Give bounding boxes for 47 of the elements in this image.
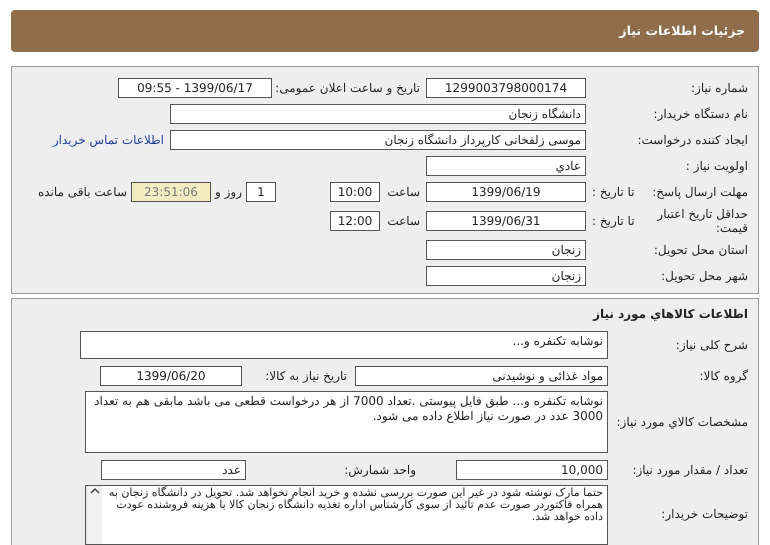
time-field: 12:00 <box>330 211 380 231</box>
priority-field: عادي <box>426 156 586 176</box>
buyer-field: دانشگاه زنجان <box>170 104 586 124</box>
field-label: نام دستگاه خریدار: <box>652 106 749 123</box>
field-label: توضیحات خریدار: <box>660 506 749 523</box>
field-label: تا تاریخ : <box>592 213 635 230</box>
field-label: شهر محل تحویل: <box>660 268 749 285</box>
summary-field: نوشابه تکنفره و... <box>80 331 608 359</box>
field-label: حداقل تاریخ اعتبار قیمت: <box>656 207 748 235</box>
unit-field: عدد <box>101 460 246 480</box>
scroll-up-icon[interactable] <box>90 486 100 496</box>
field-label: شرح کلی نیاز: <box>674 337 749 354</box>
requester-field: موسی زلفخانی کارپرداز دانشگاه زنجان <box>170 130 586 150</box>
header-title: جزئیات اطلاعات نیاز <box>619 22 745 40</box>
field-label: تاریخ و ساعت اعلان عمومی: <box>274 80 420 97</box>
field-label: تاریخ نیاز به کالا: <box>264 368 347 385</box>
scrollbar[interactable] <box>86 486 102 544</box>
field-label: گروه کالا: <box>698 368 749 385</box>
section-title: اطلاعات کالاهاي مورد نیاز <box>592 306 749 323</box>
field-label: ساعت <box>386 184 420 201</box>
need-date-field: 1399/06/20 <box>100 366 242 386</box>
need-number-field: 1299003798000174 <box>426 78 586 98</box>
field-label: اولویت نیاز : <box>684 158 749 175</box>
city-field: زنجان <box>426 266 586 286</box>
days-field: 1 <box>246 182 276 202</box>
remaining-time-field: 23:51:06 <box>131 182 211 202</box>
date-field: 1399/06/31 <box>426 211 586 231</box>
province-field: زنجان <box>426 240 586 260</box>
goods-group-field: مواد غذائی و نوشیدنی <box>355 366 608 386</box>
time-field: 10:00 <box>330 182 380 202</box>
quantity-field: 10,000 <box>456 460 608 480</box>
specs-field: نوشابه تکنفره و... طبق فایل پیوستی .تعداد 7000 از هر درخواست قطعی می باشد مابقی هم به تعداد 3000 عدد در صورت نیاز اطلاع داده می شود. <box>85 391 608 453</box>
field-label: تا تاریخ : <box>592 184 635 201</box>
field-label: ایجاد کننده درخواست: <box>636 132 749 149</box>
field-label: استان محل تحویل: <box>652 242 749 259</box>
notes-text: حتما مارک نوشته شود در غیر این صورت بررسی نشده و خرید انجام نخواهد شد. تحویل در دانشگاه زنجان به همراه فاکتوردر صورت عدم تائید از سوی کارشناس اداره تغذیه دانشگاه زنجان کالا با هزینه فروشنده عودت داده خواهد شد. <box>108 486 604 525</box>
field-label: شماره نیاز: <box>690 80 749 97</box>
field-label: ساعت <box>386 213 420 230</box>
announce-date-field: 1399/06/17 - 09:55 <box>118 78 272 98</box>
date-field: 1399/06/19 <box>426 182 586 202</box>
field-label: واحد شمارش: <box>343 462 416 479</box>
contact-link[interactable]: اطلاعات تماس خریدار <box>52 131 164 149</box>
field-label: مشخصات کالاي مورد نیاز: <box>615 414 749 431</box>
field-label: ساعت باقی مانده <box>38 184 127 201</box>
field-label: روز و <box>215 184 242 201</box>
field-label: مهلت ارسال پاسخ: <box>652 184 748 201</box>
field-label: تعداد / مقدار مورد نیاز: <box>631 462 749 479</box>
